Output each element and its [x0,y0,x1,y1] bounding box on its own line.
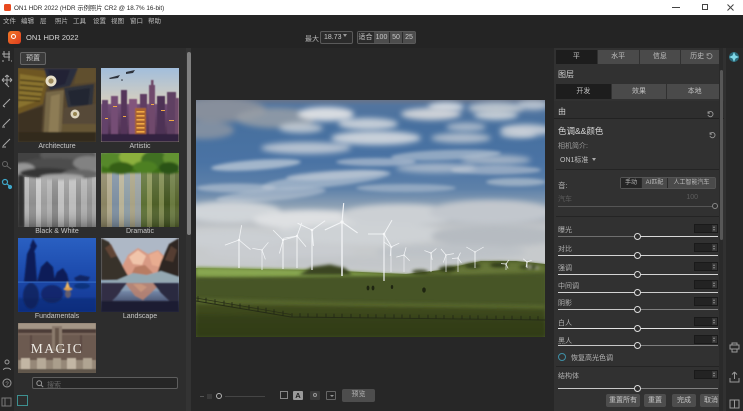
svg-text:MAGIC: MAGIC [31,341,84,356]
